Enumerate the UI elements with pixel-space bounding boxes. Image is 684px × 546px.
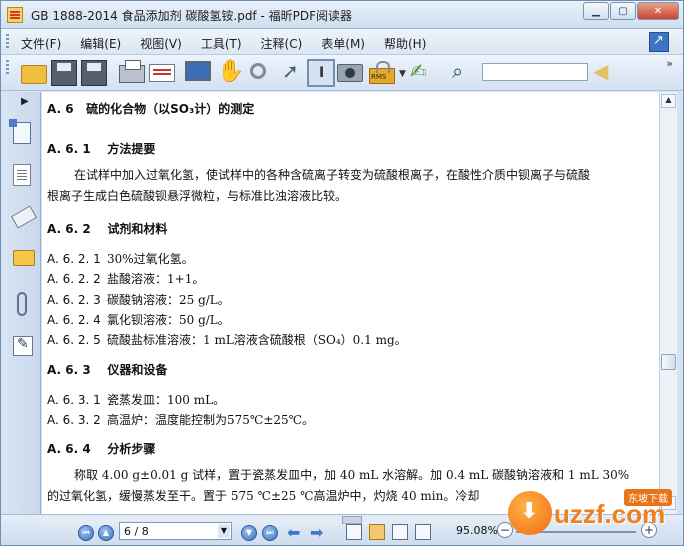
- menu-bar: 文件(F) 编辑(E) 视图(V) 工具(T) 注释(C) 表单(M) 帮助(H…: [1, 29, 683, 55]
- read-aloud-icon[interactable]: ◀: [593, 59, 619, 85]
- download-arrow-icon: ⬇: [520, 499, 539, 524]
- paragraph-line: 称取 4.00 g±0.01 g 试样，置于瓷蒸发皿中，加 40 mL 水溶解。…: [74, 468, 630, 482]
- toolbar: ✋ ➚ RMS ▼ ✍ ⌕ ◀ »: [1, 55, 683, 91]
- signatures-icon[interactable]: [13, 336, 33, 356]
- fullscreen-icon[interactable]: [185, 61, 211, 81]
- title-bar: GB 1888-2014 食品添加剂 碳酸氢铵.pdf - 福昕PDF阅读器 ▁…: [1, 1, 683, 29]
- maximize-button[interactable]: ▢: [610, 2, 636, 20]
- section-heading: A. 6 硫的化合物（以SO₃计）的测定: [47, 102, 255, 116]
- page-dropdown-icon[interactable]: ▼: [218, 524, 230, 538]
- list-item: A. 6. 2. 5 硫酸盐标准溶液：1 mL溶液含硫酸根（SO₄）0.1 mg。: [47, 333, 407, 347]
- horizontal-scroll-thumb[interactable]: [342, 516, 362, 524]
- rms-label: RMS: [371, 73, 387, 81]
- subsection-heading: A. 6. 1 方法提要: [47, 142, 156, 156]
- watermark-tag: 东坡下载: [624, 489, 672, 506]
- menu-view[interactable]: 视图(V): [140, 35, 182, 52]
- facing-view-icon[interactable]: [392, 524, 408, 540]
- list-item: A. 6. 2. 4 氯化钡溶液：50 g/L。: [47, 313, 230, 327]
- binoculars-icon[interactable]: ⌕: [452, 59, 478, 85]
- document-page[interactable]: A. 6 硫的化合物（以SO₃计）的测定 A. 6. 1 方法提要 在试样中加入…: [42, 92, 659, 514]
- toolbar-grip-icon: [6, 60, 9, 76]
- menu-help[interactable]: 帮助(H): [384, 35, 426, 52]
- paragraph-line: 根离子生成白色硫酸钡悬浮微粒，与标准比浊溶液比较。: [47, 189, 348, 203]
- bookmarks-icon[interactable]: [13, 164, 31, 186]
- email-icon[interactable]: [149, 64, 175, 82]
- menu-file[interactable]: 文件(F): [21, 35, 61, 52]
- list-item: A. 6. 2. 1 30%过氧化氢。: [47, 252, 194, 266]
- last-page-icon[interactable]: ⏭: [262, 525, 278, 541]
- toolbar-more-icon[interactable]: »: [666, 57, 673, 70]
- page-thumbnails-icon[interactable]: [9, 119, 31, 144]
- list-item: A. 6. 3. 1 瓷蒸发皿：100 mL。: [47, 393, 226, 407]
- list-item: A. 6. 2. 3 碳酸钠溶液：25 g/L。: [47, 293, 230, 307]
- scroll-up-icon[interactable]: ▲: [661, 94, 676, 108]
- comments-icon[interactable]: [13, 250, 35, 266]
- subsection-heading: A. 6. 4 分析步骤: [47, 442, 156, 456]
- subsection-heading: A. 6. 2 试剂和材料: [47, 222, 168, 236]
- select-cursor-icon[interactable]: ➚: [282, 59, 308, 85]
- close-button[interactable]: ✕: [637, 2, 679, 20]
- zoom-level: 95.08%: [456, 524, 498, 537]
- zoom-tool-icon[interactable]: [250, 63, 266, 79]
- vertical-scrollbar[interactable]: ▲ ▼: [659, 92, 677, 514]
- continuous-facing-view-icon[interactable]: [415, 524, 431, 540]
- page-number-field[interactable]: 6 / 8 ▼: [119, 522, 232, 540]
- save-icon[interactable]: [51, 60, 77, 86]
- next-page-icon[interactable]: ▼: [241, 525, 257, 541]
- menu-tools[interactable]: 工具(T): [201, 35, 242, 52]
- window-controls: ▁ ▢ ✕: [582, 2, 679, 20]
- open-folder-icon[interactable]: [21, 65, 47, 84]
- scroll-thumb[interactable]: [661, 354, 676, 370]
- navigation-sidebar: ▶: [1, 92, 41, 514]
- minimize-button[interactable]: ▁: [583, 2, 609, 20]
- text-select-icon[interactable]: [307, 59, 335, 87]
- list-item: A. 6. 2. 2 盐酸溶液：1+1。: [47, 272, 205, 286]
- hand-tool-icon[interactable]: ✋: [217, 59, 244, 85]
- foxit-app-icon: [7, 7, 23, 23]
- menu-forms[interactable]: 表单(M): [321, 35, 365, 52]
- go-forward-icon[interactable]: ➡: [310, 523, 323, 542]
- first-page-icon[interactable]: ⏮: [78, 525, 94, 541]
- previous-page-icon[interactable]: ▲: [98, 525, 114, 541]
- window-title: GB 1888-2014 食品添加剂 碳酸氢铵.pdf - 福昕PDF阅读器: [31, 9, 352, 23]
- search-input[interactable]: [482, 63, 588, 81]
- save-as-icon[interactable]: [81, 60, 107, 86]
- subsection-heading: A. 6. 3 仪器和设备: [47, 363, 168, 377]
- site-watermark: ⬇ uzzf.com 东坡下载: [506, 487, 682, 543]
- menu-comment[interactable]: 注释(C): [261, 35, 303, 52]
- sign-icon[interactable]: ✍: [410, 59, 436, 85]
- go-back-icon[interactable]: ⬅: [287, 523, 300, 542]
- rms-lock-icon[interactable]: RMS: [369, 61, 395, 84]
- expand-icon[interactable]: [649, 32, 669, 52]
- continuous-view-icon[interactable]: [369, 524, 385, 540]
- menu-grip-icon: [6, 34, 9, 50]
- layers-icon[interactable]: [10, 205, 38, 229]
- snapshot-icon[interactable]: [337, 64, 363, 82]
- menu-edit[interactable]: 编辑(E): [80, 35, 121, 52]
- attachments-icon[interactable]: [17, 292, 27, 316]
- app-window: GB 1888-2014 食品添加剂 碳酸氢铵.pdf - 福昕PDF阅读器 ▁…: [0, 0, 684, 546]
- single-page-view-icon[interactable]: [346, 524, 362, 540]
- paragraph-line: 在试样中加入过氧化氢，使试样中的各种含硫离子转变为硫酸根离子，在酸性介质中钡离子…: [74, 168, 591, 182]
- list-item: A. 6. 3. 2 高温炉：温度能控制为575℃±25℃。: [47, 413, 315, 427]
- print-icon[interactable]: [119, 60, 145, 83]
- sidebar-expand-icon[interactable]: ▶: [21, 96, 29, 107]
- paragraph-line: 的过氧化氢，缓慢蒸发至干。置于 575 ℃±25 ℃高温炉中，灼烧 40 min…: [47, 489, 480, 503]
